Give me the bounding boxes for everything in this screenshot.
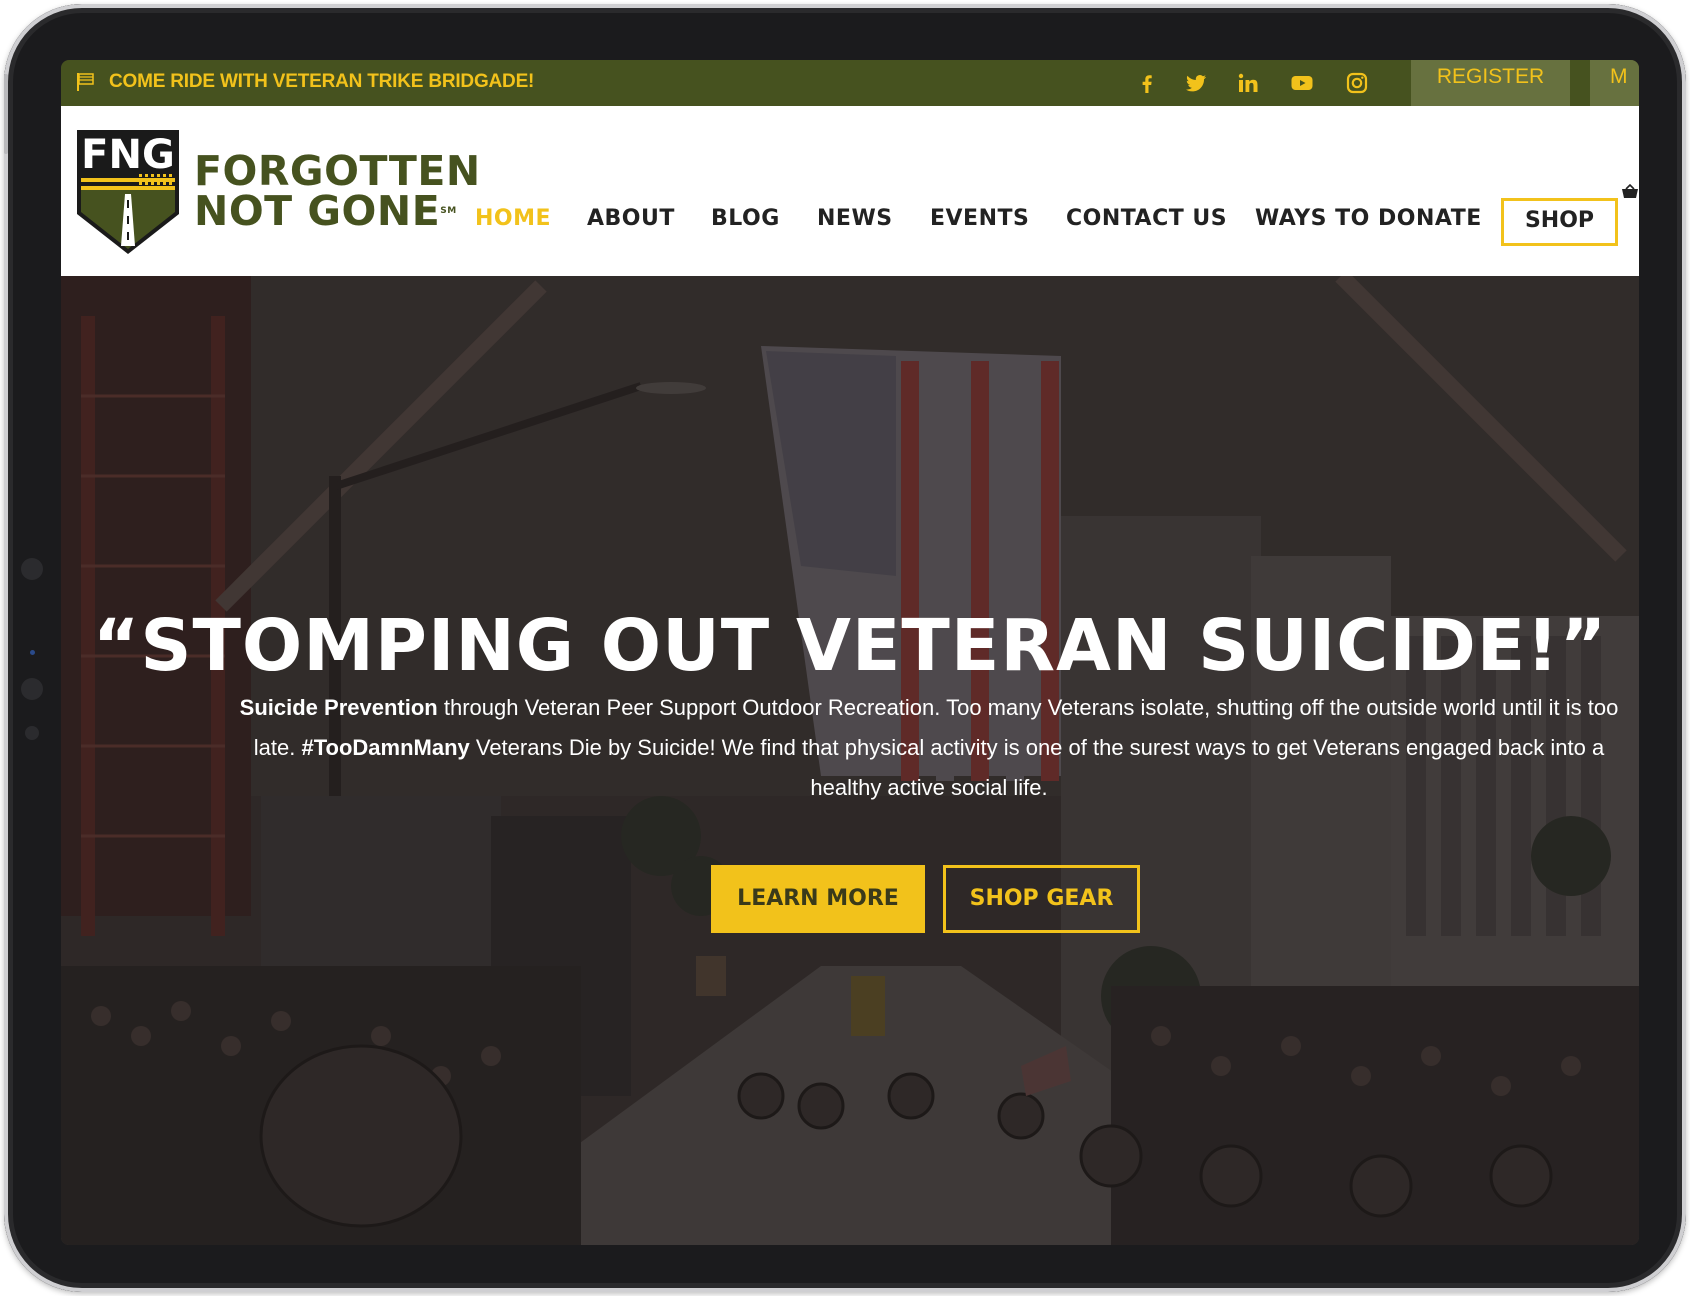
cart-icon[interactable]: [1621, 184, 1639, 202]
nav-ways-to-donate[interactable]: WAYS TO DONATE: [1255, 206, 1482, 231]
announcement-bar: COME RIDE WITH VETERAN TRIKE BRIDGADE! R…: [61, 60, 1639, 106]
nav-blog[interactable]: BLOG: [711, 206, 780, 231]
hero-text-part-2: Veterans Die by Suicide! We find that ph…: [469, 735, 1605, 800]
linkedin-icon[interactable]: [1235, 70, 1261, 96]
flag-icon: [77, 73, 94, 91]
site-header: FNG FORGOTTEN NOT GONESM HOME ABOUT BLOG…: [61, 106, 1639, 276]
hero-hashtag: #TooDamnMany: [301, 735, 470, 760]
logo-badge-text: FNG: [81, 132, 175, 178]
announcement-link[interactable]: COME RIDE WITH VETERAN TRIKE BRIDGADE!: [109, 71, 534, 93]
logo-line-2: NOT GONESM: [194, 191, 481, 232]
hero-description: Suicide Prevention through Veteran Peer …: [221, 688, 1637, 808]
nav-about[interactable]: ABOUT: [587, 206, 675, 231]
fng-logo-badge[interactable]: FNG: [73, 126, 183, 258]
register-button[interactable]: REGISTER: [1411, 60, 1570, 106]
hero-section: “STOMPING OUT VETERAN SUICIDE!” Suicide …: [61, 276, 1639, 1245]
tablet-frame: COME RIDE WITH VETERAN TRIKE BRIDGADE! R…: [4, 4, 1686, 1292]
logo-wordmark[interactable]: FORGOTTEN NOT GONESM: [194, 147, 481, 232]
nav-events[interactable]: EVENTS: [930, 206, 1029, 231]
hero-title: “STOMPING OUT VETERAN SUICIDE!”: [92, 604, 1608, 687]
website-screen: COME RIDE WITH VETERAN TRIKE BRIDGADE! R…: [61, 60, 1639, 1245]
tablet-camera-dot: [30, 650, 35, 655]
nav-contact-us[interactable]: CONTACT US: [1066, 206, 1227, 231]
tablet-sensor: [21, 558, 43, 580]
tablet-side-button: [4, 74, 8, 154]
topbar-menu-item-cut[interactable]: M: [1590, 60, 1639, 106]
tablet-sensor: [25, 726, 39, 740]
instagram-icon[interactable]: [1344, 70, 1370, 96]
learn-more-button[interactable]: LEARN MORE: [711, 865, 925, 933]
twitter-icon[interactable]: [1183, 70, 1209, 96]
logo-line-1: FORGOTTEN: [194, 147, 481, 195]
nav-home[interactable]: HOME: [475, 206, 551, 231]
nav-news[interactable]: NEWS: [817, 206, 893, 231]
facebook-icon[interactable]: [1134, 70, 1160, 96]
service-mark: SM: [440, 206, 457, 216]
youtube-icon[interactable]: [1289, 70, 1315, 96]
tablet-sensor: [21, 678, 43, 700]
nav-shop-button[interactable]: SHOP: [1501, 198, 1618, 246]
shop-gear-button[interactable]: SHOP GEAR: [943, 865, 1140, 933]
logo-line-2-text: NOT GONE: [194, 187, 441, 235]
hero-bold-suicide-prevention: Suicide Prevention: [239, 695, 438, 720]
